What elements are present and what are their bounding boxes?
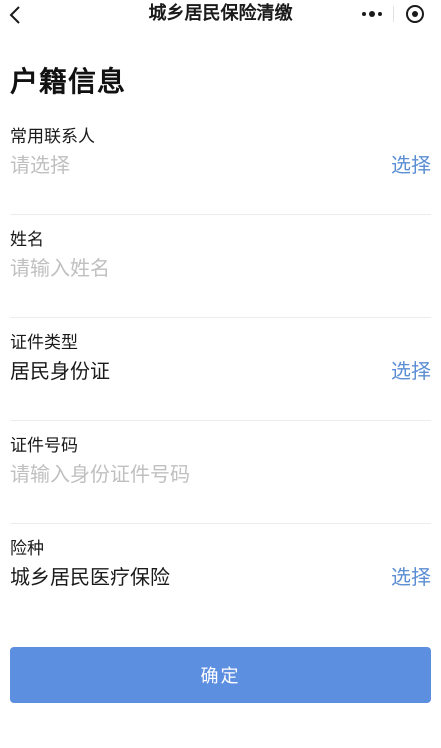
- more-button[interactable]: [351, 0, 393, 28]
- screen: 城乡居民保险清缴 户籍信息 常用联系人 请选择 选择 姓名 请输入姓名 证件类型…: [0, 0, 441, 748]
- household-info-form: 常用联系人 请选择 选择 姓名 证件类型 居民身份证 选择 证件号码 险种 城乡…: [0, 112, 441, 627]
- id-type-select-button[interactable]: 选择: [391, 358, 431, 384]
- chevron-left-icon: [9, 6, 20, 24]
- navigation-bar: 城乡居民保险清缴: [0, 0, 441, 32]
- id-number-input[interactable]: [10, 461, 350, 487]
- id-type-label: 证件类型: [10, 333, 78, 353]
- id-number-label: 证件号码: [10, 436, 78, 456]
- target-circle-icon: [406, 5, 424, 23]
- nav-title: 城乡居民保险清缴: [148, 3, 293, 24]
- name-input[interactable]: [10, 255, 350, 281]
- name-row: 姓名: [10, 215, 431, 318]
- insurance-type-row: 险种 城乡居民医疗保险 选择: [10, 524, 431, 627]
- name-label: 姓名: [10, 230, 44, 250]
- insurance-type-value[interactable]: 城乡居民医疗保险: [10, 564, 350, 590]
- insurance-type-label: 险种: [10, 539, 44, 559]
- contact-select[interactable]: 请选择: [10, 152, 350, 178]
- confirm-button[interactable]: 确定: [10, 647, 431, 703]
- id-type-value[interactable]: 居民身份证: [10, 358, 350, 384]
- back-button[interactable]: [2, 2, 28, 28]
- contact-label: 常用联系人: [10, 127, 95, 147]
- more-dots-icon: [361, 11, 384, 17]
- contact-select-button[interactable]: 选择: [391, 152, 431, 178]
- close-button[interactable]: [394, 0, 436, 28]
- insurance-type-select-button[interactable]: 选择: [391, 564, 431, 590]
- id-number-row: 证件号码: [10, 421, 431, 524]
- section-heading: 户籍信息: [10, 65, 127, 98]
- id-type-row: 证件类型 居民身份证 选择: [10, 318, 431, 421]
- contact-row: 常用联系人 请选择 选择: [10, 112, 431, 215]
- mini-program-capsule: [351, 0, 437, 28]
